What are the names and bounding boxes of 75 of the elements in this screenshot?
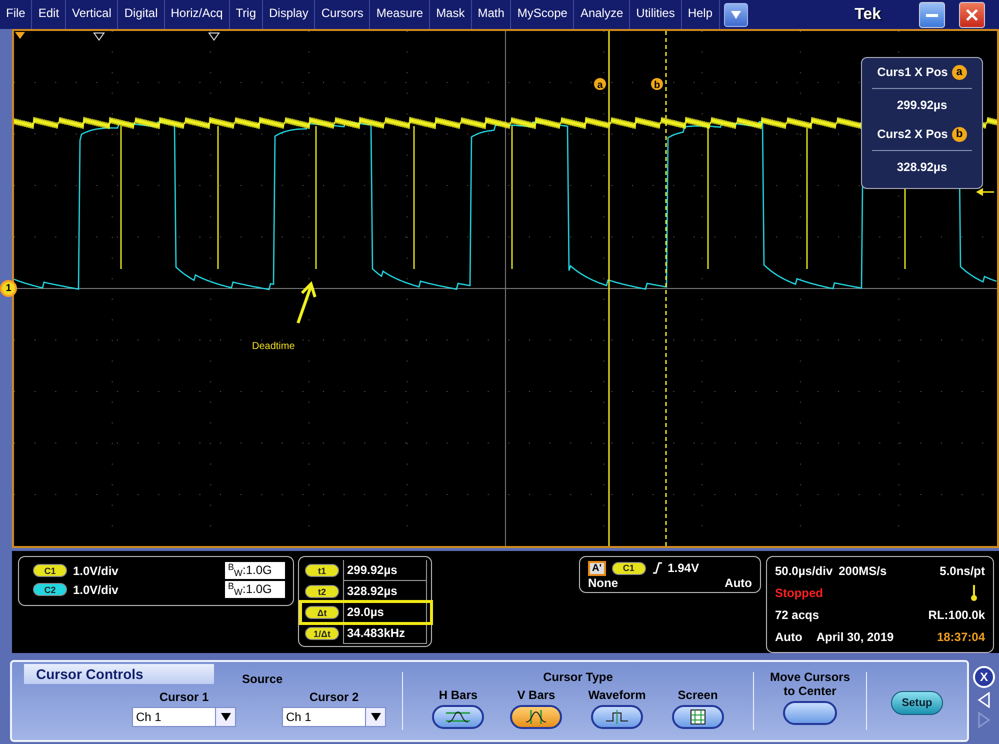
cursor-value: 34.483kHz: [343, 623, 427, 644]
cursor-marker[interactable]: b: [651, 78, 663, 91]
rising-edge-icon: [652, 562, 662, 574]
cursor-value: 29.0µs: [343, 602, 427, 623]
readout-label: Curs1 X Pos: [877, 65, 948, 80]
close-button[interactable]: [959, 2, 985, 28]
channel-label[interactable]: C1: [33, 564, 67, 577]
channel-label[interactable]: C2: [33, 583, 67, 596]
caret-icon: [730, 10, 741, 18]
trigger-position-icon: [15, 32, 25, 39]
trigger-coupling: None: [588, 576, 618, 590]
acquisition-status: Stopped: [775, 586, 823, 600]
cursor-marker[interactable]: a: [594, 78, 606, 91]
setup-button[interactable]: Setup: [891, 691, 943, 715]
caret-icon: [220, 713, 230, 721]
channel-scale: 1.0V/div: [73, 582, 118, 596]
trigger-marker: A': [588, 560, 606, 576]
record-length: RL:100.0k: [928, 608, 985, 622]
button-label: Move Cursors to Center: [768, 670, 852, 698]
cursor-badge: a: [952, 64, 967, 80]
cursor-value: 299.92µs: [343, 560, 427, 581]
source-dropdown[interactable]: Ch 1: [132, 707, 236, 727]
trigger-source[interactable]: C1: [612, 562, 646, 574]
caret-icon: [370, 713, 380, 721]
section-title: Source: [242, 672, 283, 686]
time: 18:37:04: [936, 630, 985, 644]
button-label: V Bars: [517, 688, 556, 702]
field-label: Cursor 1: [159, 690, 209, 704]
cursor-type-button[interactable]: [590, 705, 643, 729]
source-dropdown[interactable]: Ch 1: [282, 707, 386, 727]
readout-value: 299.92µs: [896, 98, 948, 112]
cursor-value: 328.92µs: [343, 581, 427, 602]
panel-tab[interactable]: Cursor Controls: [24, 664, 214, 684]
button-label: Waveform: [588, 688, 646, 702]
readout-label: Curs2 X Pos: [877, 127, 948, 142]
cursor-label[interactable]: Δt: [305, 606, 339, 619]
channel-marker[interactable]: 1: [0, 280, 17, 297]
minimize-icon: [926, 12, 938, 16]
trigger-level: 1.94V: [668, 561, 699, 575]
annotation-label: Deadtime: [252, 341, 295, 352]
marker-icon: [208, 32, 220, 41]
timebase: 50.0µs/div: [775, 564, 833, 578]
h-bars-icon: [444, 709, 472, 725]
minimize-button[interactable]: [919, 2, 945, 28]
field-label: Cursor 2: [309, 690, 359, 704]
trigger-mode: Auto: [724, 576, 752, 590]
expand-right-icon: [977, 712, 991, 728]
trigger-level-icon: [976, 188, 994, 196]
close-button[interactable]: X: [973, 666, 995, 688]
button-label: H Bars: [438, 688, 478, 702]
close-icon: [966, 8, 978, 20]
collapse-left-icon[interactable]: [977, 692, 991, 708]
cursor-label[interactable]: 1/Δt: [305, 627, 339, 640]
more-menu-button[interactable]: [724, 2, 748, 26]
cursor-type-button[interactable]: [432, 705, 484, 729]
button-label: Screen: [678, 688, 718, 702]
resolution: 5.0ns/pt: [940, 564, 985, 578]
thermometer-icon: [971, 585, 977, 601]
move-cursors-button[interactable]: [783, 701, 837, 725]
cursor-label[interactable]: t2: [305, 585, 339, 598]
cursor-label[interactable]: t1: [305, 564, 339, 577]
annotation-arrow: [296, 281, 316, 324]
cursor-type-button[interactable]: [672, 705, 724, 729]
channel-scale: 1.0V/div: [73, 564, 118, 578]
cursor-badge: b: [952, 126, 967, 142]
readout-value: 328.92µs: [896, 160, 948, 174]
marker-icon: [93, 32, 105, 41]
sample-rate: 200MS/s: [838, 564, 887, 578]
section-title: Cursor Type: [543, 670, 613, 684]
brand-logo: Tek: [854, 6, 881, 24]
acquisition-count: 72 acqs: [775, 608, 820, 622]
acquisition-mode: Auto: [775, 630, 802, 644]
cursor-type-button[interactable]: [510, 705, 562, 729]
cursor-line[interactable]: [665, 31, 667, 546]
date: April 30, 2019: [816, 630, 894, 644]
